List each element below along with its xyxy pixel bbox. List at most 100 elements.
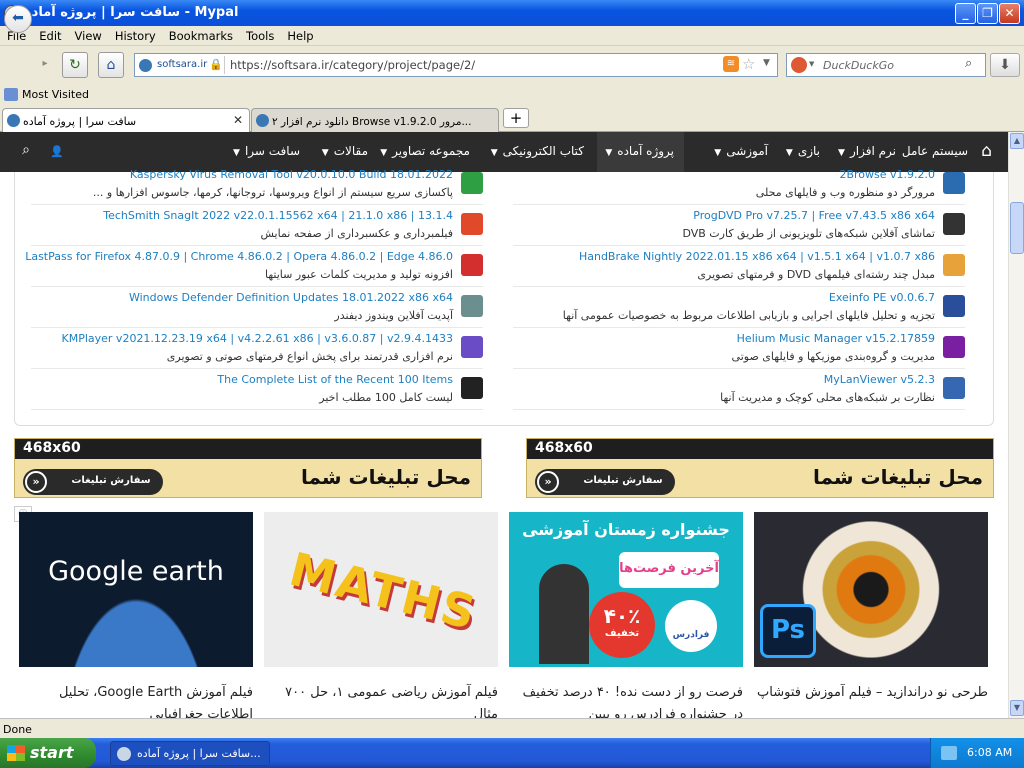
item-title[interactable]: 2Browse v1.9.2.0 [839,168,935,181]
minimize-button[interactable]: _ [955,3,976,24]
search-placeholder[interactable]: DuckDuckGo [823,59,894,72]
item-title[interactable]: KMPlayer v2021.12.23.19 x64 | v4.2.2.61 … [62,332,454,345]
scroll-thumb[interactable] [1010,202,1024,254]
item-title[interactable]: The Complete List of the Recent 100 Item… [217,373,453,386]
window-title: سافت سرا | پروژه آماده - Mypal [24,5,239,20]
post-title[interactable]: فیلم آموزش ریاضی عمومی ۱، حل ۷۰۰ مثال [264,682,498,718]
software-icon[interactable] [943,377,965,399]
order-ad-button[interactable]: « سفارش تبلیغات [535,469,675,495]
post-image-google-earth[interactable]: Google earth [19,512,253,667]
list-item[interactable]: The Complete List of the Recent 100 Item… [31,369,483,410]
item-title[interactable]: Exeinfo PE v0.0.6.7 [829,291,935,304]
software-icon[interactable] [461,377,483,399]
network-icon[interactable] [941,746,957,760]
menu-help[interactable]: Help [280,26,319,43]
post-title[interactable]: طرحی نو دراندازید – فیلم آموزش فتوشاپ [754,682,988,704]
software-icon[interactable] [943,295,965,317]
ad-banner[interactable]: 468x60 محل تبلیغات شما « سفارش تبلیغات [526,438,994,498]
menu-tools[interactable]: Tools [239,26,280,43]
software-icon[interactable] [943,172,965,194]
new-tab-button[interactable]: + [503,108,529,128]
taskbar-window-button[interactable]: سافت سرا | پروژه آماده... [110,741,270,766]
taskbar: start سافت سرا | پروژه آماده... 6:08 AM [0,738,1024,768]
url-bar[interactable]: softsara.ir 🔒 https://softsara.ir/catego… [134,53,778,77]
software-icon[interactable] [943,254,965,276]
clock[interactable]: 6:08 AM [967,746,1012,759]
tab-inactive[interactable]: دانلود نرم افزار ۲ Browse v1.9.2.0 مرور.… [251,108,499,132]
taskbar-window-label: سافت سرا | پروژه آماده... [137,747,261,760]
menu-bookmarks[interactable]: Bookmarks [162,26,239,43]
tab-label: سافت سرا | پروژه آماده [23,115,137,128]
list-item[interactable]: MyLanViewer v5.2.3 نظارت بر شبکه‌های محلی… [513,369,965,410]
item-title[interactable]: ProgDVD Pro v7.25.7 | Free v7.43.5 x86 x… [693,209,935,222]
software-icon[interactable] [461,213,483,235]
item-title[interactable]: HandBrake Nightly 2022.01.15 x86 x64 | v… [579,250,935,263]
item-title[interactable]: Kaspersky Virus Removal Tool v20.0.10.0 … [130,168,453,181]
duckduckgo-icon[interactable] [791,57,807,73]
item-title[interactable]: MyLanViewer v5.2.3 [824,373,935,386]
item-description: مرورگر دو منظوره وب و فایلهای محلی [755,186,935,199]
scroll-down-icon[interactable]: ▼ [1010,700,1024,716]
search-icon[interactable]: ⌕ [22,132,30,172]
item-title[interactable]: Windows Defender Definition Updates 18.0… [129,291,453,304]
post-title[interactable]: فرصت رو از دست نده! ۴۰ درصد تخفیف در جشن… [509,682,743,718]
software-icon[interactable] [943,213,965,235]
url-text[interactable]: https://softsara.ir/category/project/pag… [230,58,475,72]
item-title[interactable]: TechSmith SnagIt 2022 v22.0.1.15562 x64 … [103,209,453,222]
post-image-maths[interactable]: MATHS [264,512,498,667]
close-button[interactable]: ✕ [999,3,1020,24]
most-visited-bookmark[interactable]: Most Visited [22,88,89,101]
status-bar: Done [0,718,1024,738]
software-icon[interactable] [943,336,965,358]
ad-banner[interactable]: 468x60 محل تبلیغات شما « سفارش تبلیغات [14,438,482,498]
list-item[interactable]: ProgDVD Pro v7.25.7 | Free v7.43.5 x86 x… [513,205,965,246]
post-image-promo[interactable]: جشنواره زمستان آموزشی آخرین فرصت‌ها ۴۰٪ ت… [509,512,743,667]
scroll-up-icon[interactable]: ▲ [1010,133,1024,149]
vertical-scrollbar[interactable]: ▲ ▼ [1008,132,1024,718]
url-dropdown-icon[interactable]: ▼ [763,58,770,68]
start-button[interactable]: start [0,738,96,768]
tab-close-icon[interactable]: ✕ [233,113,243,127]
order-ad-button[interactable]: « سفارش تبلیغات [23,469,163,495]
engine-dropdown-icon[interactable]: ▼ [809,60,814,68]
reload-button[interactable]: ↻ [62,52,88,78]
list-item[interactable]: HandBrake Nightly 2022.01.15 x86 x64 | v… [513,246,965,287]
list-item[interactable]: TechSmith SnagIt 2022 v22.0.1.15562 x64 … [31,205,483,246]
menu-view[interactable]: View [68,26,108,43]
search-bar[interactable]: ▼ DuckDuckGo ⌕ [786,53,986,77]
list-item[interactable]: 2Browse v1.9.2.0 مرورگر دو منظوره وب و فا… [513,164,965,205]
bookmark-star-icon[interactable]: ☆ [742,55,755,73]
item-description: تجزیه و تحلیل فایلهای اجرایی و بازیابی ا… [562,309,935,322]
forward-dropdown-icon[interactable]: ▸ [35,52,55,78]
software-icon[interactable] [461,295,483,317]
maximize-button[interactable]: ❐ [977,3,998,24]
rss-icon[interactable]: ≋ [723,56,739,72]
list-item[interactable]: Kaspersky Virus Removal Tool v20.0.10.0 … [31,164,483,205]
menu-edit[interactable]: Edit [32,26,67,43]
back-button[interactable]: ⬅ [4,5,32,33]
menu-history[interactable]: History [108,26,162,43]
chevron-down-icon: ▼ [785,148,793,158]
order-ad-label: سفارش تبلیغات [71,475,151,486]
list-item[interactable]: Helium Music Manager v15.2.17859 مدیریت و… [513,328,965,369]
item-description: آپدیت آفلاین ویندوز دیفندر [334,309,453,322]
download-button[interactable]: ⬇ [990,53,1020,77]
photoshop-logo-icon: Ps [760,604,816,658]
menu-bar: File Edit View History Bookmarks Tools Help [0,26,1024,46]
list-item[interactable]: LastPass for Firefox 4.87.0.9 | Chrome 4… [25,246,483,287]
home-icon[interactable]: ⌂ [981,132,992,172]
list-item[interactable]: Windows Defender Definition Updates 18.0… [31,287,483,328]
software-icon[interactable] [461,172,483,194]
list-item[interactable]: KMPlayer v2021.12.23.19 x64 | v4.2.2.61 … [31,328,483,369]
search-icon[interactable]: ⌕ [965,56,972,71]
software-icon[interactable] [461,336,483,358]
home-button[interactable]: ⌂ [98,52,124,78]
post-title[interactable]: فیلم آموزش Google Earth، تحلیل اطلاعات ج… [19,682,253,718]
tab-active[interactable]: سافت سرا | پروژه آماده ✕ [2,108,250,133]
list-item[interactable]: Exeinfo PE v0.0.6.7 تجزیه و تحلیل فایلهای… [513,287,965,328]
post-image-photoshop[interactable]: Ps [754,512,988,667]
software-icon[interactable] [461,254,483,276]
item-title[interactable]: LastPass for Firefox 4.87.0.9 | Chrome 4… [25,250,453,263]
nav-educational-label: آموزشی [726,144,768,158]
item-title[interactable]: Helium Music Manager v15.2.17859 [737,332,935,345]
